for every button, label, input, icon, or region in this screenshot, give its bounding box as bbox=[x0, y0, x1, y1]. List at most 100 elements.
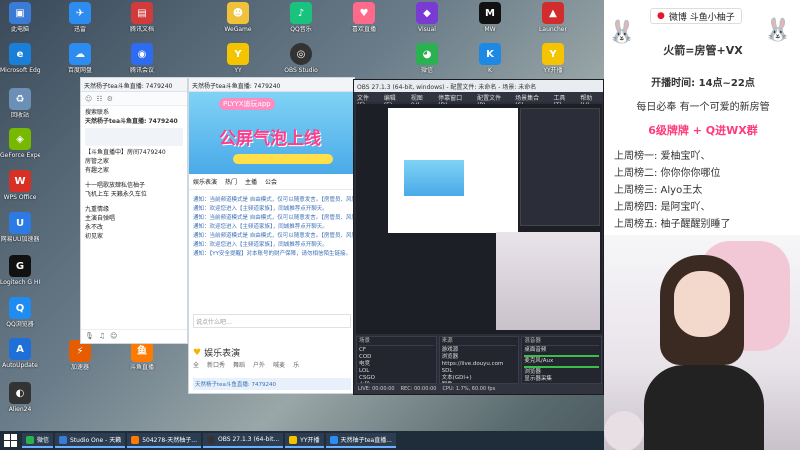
tab-2[interactable]: 主播 bbox=[245, 177, 257, 186]
desktop-icon-qq-music[interactable]: ♪ QQ音乐 bbox=[281, 2, 321, 33]
weibo-badge: ● 微博 斗鱼小柚子 bbox=[650, 8, 742, 24]
source-item[interactable]: https://live.douyu.com bbox=[442, 361, 517, 368]
mic-icon[interactable]: 🎙 bbox=[85, 332, 94, 341]
menu-dock[interactable]: 停靠窗口(D) bbox=[438, 93, 469, 109]
menu-tools[interactable]: 工具(T) bbox=[553, 93, 572, 109]
section-tab[interactable]: 户外 bbox=[253, 360, 265, 369]
list-item[interactable]: 初见家 bbox=[85, 232, 183, 241]
bottom-bar[interactable]: 天然杨子tea斗鱼直播: 7479240 bbox=[193, 378, 351, 390]
list-item[interactable]: 【斗鱼直播中】房间7479240 bbox=[85, 148, 183, 157]
taskbar-item-douyu[interactable]: 504278-天然柚子... bbox=[127, 433, 202, 448]
desktop-icon-wechat[interactable]: ◕ 微信 bbox=[407, 43, 447, 74]
desktop-icon-wegame[interactable]: ☻ WeGame bbox=[218, 2, 258, 33]
meeting-icon: ◉ bbox=[131, 43, 153, 65]
list-item[interactable]: 主演自弹唱 bbox=[85, 214, 183, 223]
settings-icon[interactable]: ⚙ bbox=[107, 95, 113, 103]
desktop-icon-baidu-pan[interactable]: ☁ 百度网盘 bbox=[60, 43, 100, 74]
source-item[interactable]: SDL bbox=[442, 368, 517, 375]
taskbar-item-obs[interactable]: OBS 27.1.3 (64-bit... bbox=[203, 433, 284, 448]
desktop-icon-yy-live[interactable]: Y YY开播 bbox=[533, 43, 573, 74]
bunny-right-icon: 🐰 bbox=[764, 18, 792, 43]
desktop-icon-autoupdate[interactable]: A AutoUpdate bbox=[0, 338, 40, 369]
desktop-icon-douyu[interactable]: 鱼斗鱼直播 bbox=[122, 340, 162, 371]
list-item[interactable]: 十一唱歌放肆私信柚子 bbox=[85, 181, 183, 190]
sources-dock: 来源 游戏源 浏览器 https://live.douyu.com SDL 文本… bbox=[438, 336, 520, 384]
list-item[interactable]: 房管之家 bbox=[85, 157, 183, 166]
section-tab[interactable]: 乐 bbox=[293, 360, 299, 369]
desktop-icon-k[interactable]: KK bbox=[470, 43, 510, 74]
desktop-icon-uu[interactable]: U 网易UU加速器 bbox=[0, 212, 40, 243]
wps-icon: W bbox=[9, 170, 31, 192]
section-tab[interactable]: 喊麦 bbox=[273, 360, 285, 369]
mixer-channel[interactable]: 浏览器 bbox=[524, 369, 599, 376]
section-tab[interactable]: 全 bbox=[193, 360, 199, 369]
desktop-icon-mw[interactable]: M MW bbox=[470, 2, 510, 33]
welcome-line: 每日必奉 有一个可爱的新房管 bbox=[636, 102, 770, 113]
message: 通知：当前频道模式是 自由模式，仅可以随意发言。【房管员、风管】 bbox=[193, 215, 353, 221]
desktop-icon-tencent-meeting[interactable]: ◉ 腾讯会议 bbox=[122, 43, 162, 74]
desktop-icon-wps[interactable]: W WPS Office bbox=[0, 170, 40, 201]
speaker-icon[interactable]: ♫ bbox=[99, 332, 105, 341]
desktop-icon-edge[interactable]: e Microsoft Edge bbox=[0, 43, 40, 74]
desktop-icon-yy[interactable]: Y YY bbox=[218, 43, 258, 74]
list-item[interactable]: 永不改 bbox=[85, 223, 183, 232]
obs-preview[interactable] bbox=[356, 104, 602, 334]
desktop-icon-launcher[interactable]: ▲ Launcher bbox=[533, 2, 573, 33]
emoji-icon[interactable]: ☺ bbox=[110, 332, 117, 341]
desktop-icon-logitech[interactable]: GLogitech G HUB bbox=[0, 255, 40, 286]
obs-title: OBS 27.1.3 (64-bit, windows) - 配置文件: 未命名… bbox=[354, 80, 603, 92]
menu-help[interactable]: 帮助(H) bbox=[580, 93, 600, 109]
obs-menu: 文件(F) 编辑(E) 视图(V) 停靠窗口(D) 配置文件(P) 场景集合(S… bbox=[354, 92, 603, 109]
desktop-icon-obs[interactable]: ◎ OBS Studio bbox=[281, 43, 321, 74]
menu-scene[interactable]: 场景集合(S) bbox=[515, 93, 545, 109]
scene-item[interactable]: CF bbox=[359, 347, 434, 354]
chat-search[interactable]: 搜索联系 bbox=[85, 108, 183, 117]
live-banner[interactable]: PLYYX迪玩app 公屏气泡上线 bbox=[189, 92, 355, 174]
menu-file[interactable]: 文件(F) bbox=[357, 93, 376, 109]
mixer-channel[interactable]: 显示器采集 bbox=[524, 376, 599, 383]
person-icon[interactable]: ☺ bbox=[85, 95, 92, 103]
source-item[interactable]: 文本(GDI+) bbox=[442, 375, 517, 382]
list-item[interactable]: 飞机上车 天籁永久车位 bbox=[85, 190, 183, 199]
tab-1[interactable]: 热门 bbox=[225, 177, 237, 186]
taskbar-item-wechat[interactable]: 微信 bbox=[22, 433, 54, 448]
desktop-icon-qq-browser[interactable]: Q QQ浏览器 bbox=[0, 297, 40, 328]
scene-item[interactable]: COD bbox=[359, 354, 434, 361]
scene-item[interactable]: CSGO bbox=[359, 375, 434, 382]
group-icon[interactable]: ☷ bbox=[96, 95, 102, 103]
obs-window: OBS 27.1.3 (64-bit, windows) - 配置文件: 未命名… bbox=[353, 79, 604, 395]
desktop-icon-thunder[interactable]: ✈ 迅雷 bbox=[60, 2, 100, 33]
list-item[interactable]: 有趣之家 bbox=[85, 166, 183, 175]
mixer-channel[interactable]: 桌面音频 bbox=[524, 347, 599, 354]
mixer-channel[interactable]: 麦克风/Aux bbox=[524, 358, 599, 365]
menu-profile[interactable]: 配置文件(P) bbox=[477, 93, 507, 109]
desktop-icon-geforce[interactable]: ◈GeForce Experience bbox=[0, 128, 40, 159]
desktop-icon-live[interactable]: ♥ 喜欢直播 bbox=[344, 2, 384, 33]
desktop-icon-accelerator[interactable]: ⚡ 加速器 bbox=[60, 340, 100, 371]
tab-0[interactable]: 娱乐表演 bbox=[193, 177, 217, 186]
desktop-icon-tencent-docs[interactable]: ▤ 腾讯文档 bbox=[122, 2, 162, 33]
desktop-icon-this-pc[interactable]: ▣ 此电脑 bbox=[0, 2, 40, 33]
menu-edit[interactable]: 编辑(E) bbox=[384, 93, 403, 109]
taskbar-item-live[interactable]: 天然柚子tea直播... bbox=[325, 433, 396, 448]
section-tab[interactable]: 新口秀 bbox=[207, 360, 225, 369]
section-title: ♥ 娱乐表演 bbox=[193, 347, 241, 360]
logitech-icon: G bbox=[9, 255, 31, 277]
section-tab[interactable]: 舞蹈 bbox=[233, 360, 245, 369]
source-item[interactable]: 浏览器 bbox=[442, 354, 517, 361]
taskbar-item-yy[interactable]: YY开播 bbox=[285, 433, 324, 448]
desktop-icon-recycle-bin[interactable]: ♻ 回收站 bbox=[0, 88, 40, 119]
menu-view[interactable]: 视图(V) bbox=[411, 93, 430, 109]
taskbar-item-studio-one[interactable]: Studio One - 天籁 bbox=[55, 433, 126, 448]
scene-item[interactable]: LOL bbox=[359, 368, 434, 375]
source-item[interactable]: 游戏源 bbox=[442, 347, 517, 354]
list-item[interactable]: 九重情缘 bbox=[85, 205, 183, 214]
desktop-icon-visual[interactable]: ◆ Visual bbox=[407, 2, 447, 33]
start-button[interactable] bbox=[4, 434, 17, 447]
cloud-icon: ☁ bbox=[69, 43, 91, 65]
desktop-icon-alien[interactable]: ◐ Alien24 bbox=[0, 382, 40, 413]
tab-3[interactable]: 公会 bbox=[265, 177, 277, 186]
chat-input[interactable]: 说点什么吧... bbox=[193, 314, 351, 328]
scene-item[interactable]: 电竞 bbox=[359, 361, 434, 368]
alien-icon: ◐ bbox=[9, 382, 31, 404]
